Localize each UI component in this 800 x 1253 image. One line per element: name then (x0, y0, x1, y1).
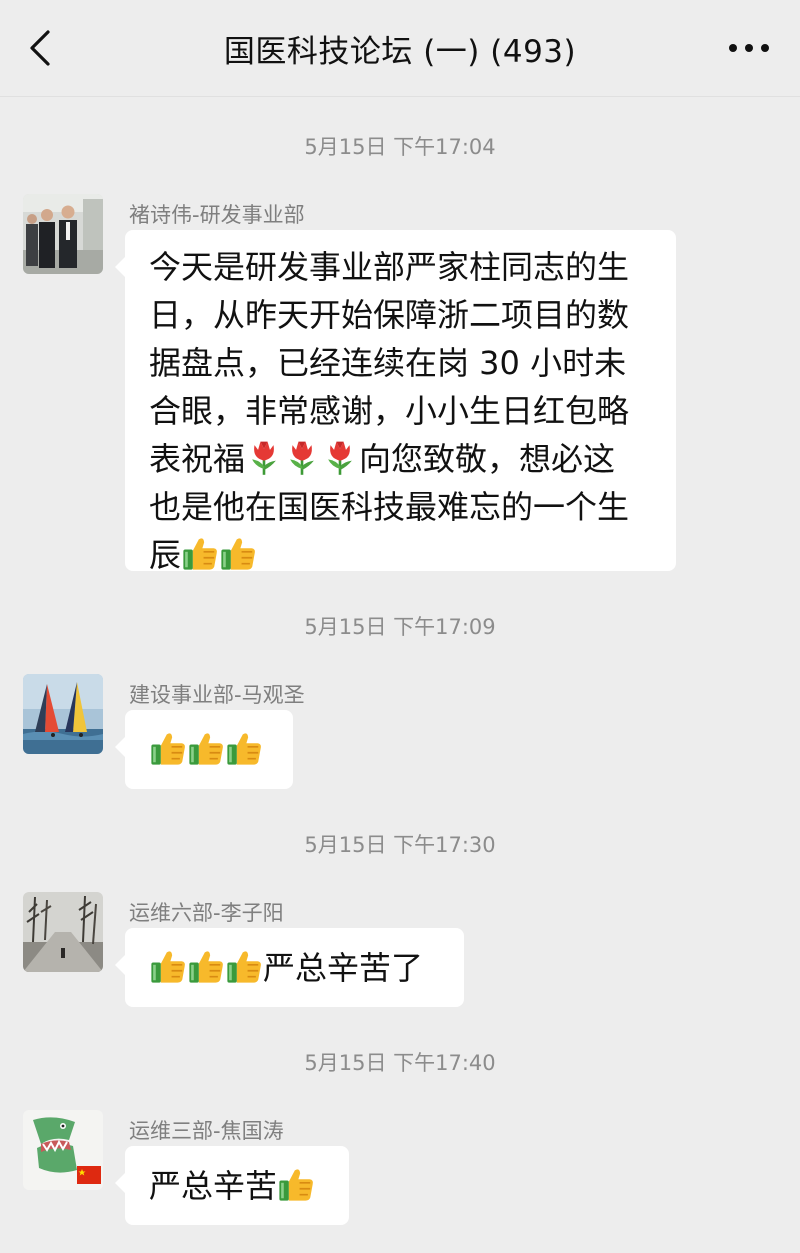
sender-name: 运维六部-李子阳 (129, 901, 284, 925)
message-bubble[interactable] (115, 710, 293, 789)
more-dots-icon (729, 44, 769, 52)
message-line: 据盘点，已经连续在岗 30 小时未 (149, 344, 627, 382)
thumbs-up-icon (149, 729, 187, 767)
message-line: 今天是研发事业部严家柱同志的生 (149, 248, 630, 286)
thumbs-up-icon (149, 947, 187, 985)
tulip-icon (283, 438, 321, 476)
message-bubble[interactable]: 严总辛苦 (115, 1146, 349, 1225)
message-text: 表祝福 (149, 440, 246, 478)
message-text: 辰 (149, 536, 182, 574)
message-line: 辰 (149, 531, 652, 579)
avatar[interactable] (23, 1110, 103, 1190)
page-title: 国医科技论坛 (一) (493) (223, 34, 577, 70)
sender-name: 运维三部-焦国涛 (129, 1119, 284, 1143)
message-line: 表祝福 向您致敬，想必这 (149, 435, 652, 483)
message-timestamp: 5月15日 下午17:30 (304, 833, 496, 857)
message-text: 严总辛苦 (149, 1167, 278, 1205)
avatar[interactable] (23, 194, 103, 274)
message-text: 严总辛苦了 (263, 949, 424, 987)
message-bubble[interactable]: 严总辛苦了 (115, 928, 464, 1007)
chat-header: 国医科技论坛 (一) (493) (0, 0, 800, 97)
message-timestamp: 5月15日 下午17:04 (304, 135, 496, 159)
avatar[interactable] (23, 892, 103, 972)
message-line: 合眼，非常感谢，小小生日红包略 (149, 392, 630, 430)
thumbs-up-icon (225, 947, 263, 985)
thumbs-up-icon (225, 729, 263, 767)
thumbs-up-emojis (149, 731, 263, 769)
message-line: 日，从昨天开始保障浙二项目的数 (149, 296, 630, 334)
thumbs-up-icon (181, 534, 219, 572)
message-bubble[interactable]: 今天是研发事业部严家柱同志的生 日，从昨天开始保障浙二项目的数 据盘点，已经连续… (115, 230, 676, 574)
sender-name: 褚诗伟-研发事业部 (129, 203, 305, 227)
thumbs-up-icon (277, 1165, 315, 1203)
message-timestamp: 5月15日 下午17:40 (304, 1051, 496, 1075)
message-line: 也是他在国医科技最难忘的一个生 (149, 488, 630, 526)
thumbs-up-icon (187, 729, 225, 767)
tulip-icon (245, 438, 283, 476)
sender-name: 建设事业部-马观圣 (129, 683, 305, 707)
china-flag-icon (77, 1166, 101, 1184)
tulip-icon (321, 438, 359, 476)
thumbs-up-icon (219, 534, 257, 572)
avatar[interactable] (23, 674, 103, 754)
more-button[interactable] (728, 40, 770, 56)
message-timestamp: 5月15日 下午17:09 (304, 615, 496, 639)
message-text: 向您致敬，想必这 (359, 440, 616, 478)
thumbs-up-icon (187, 947, 225, 985)
